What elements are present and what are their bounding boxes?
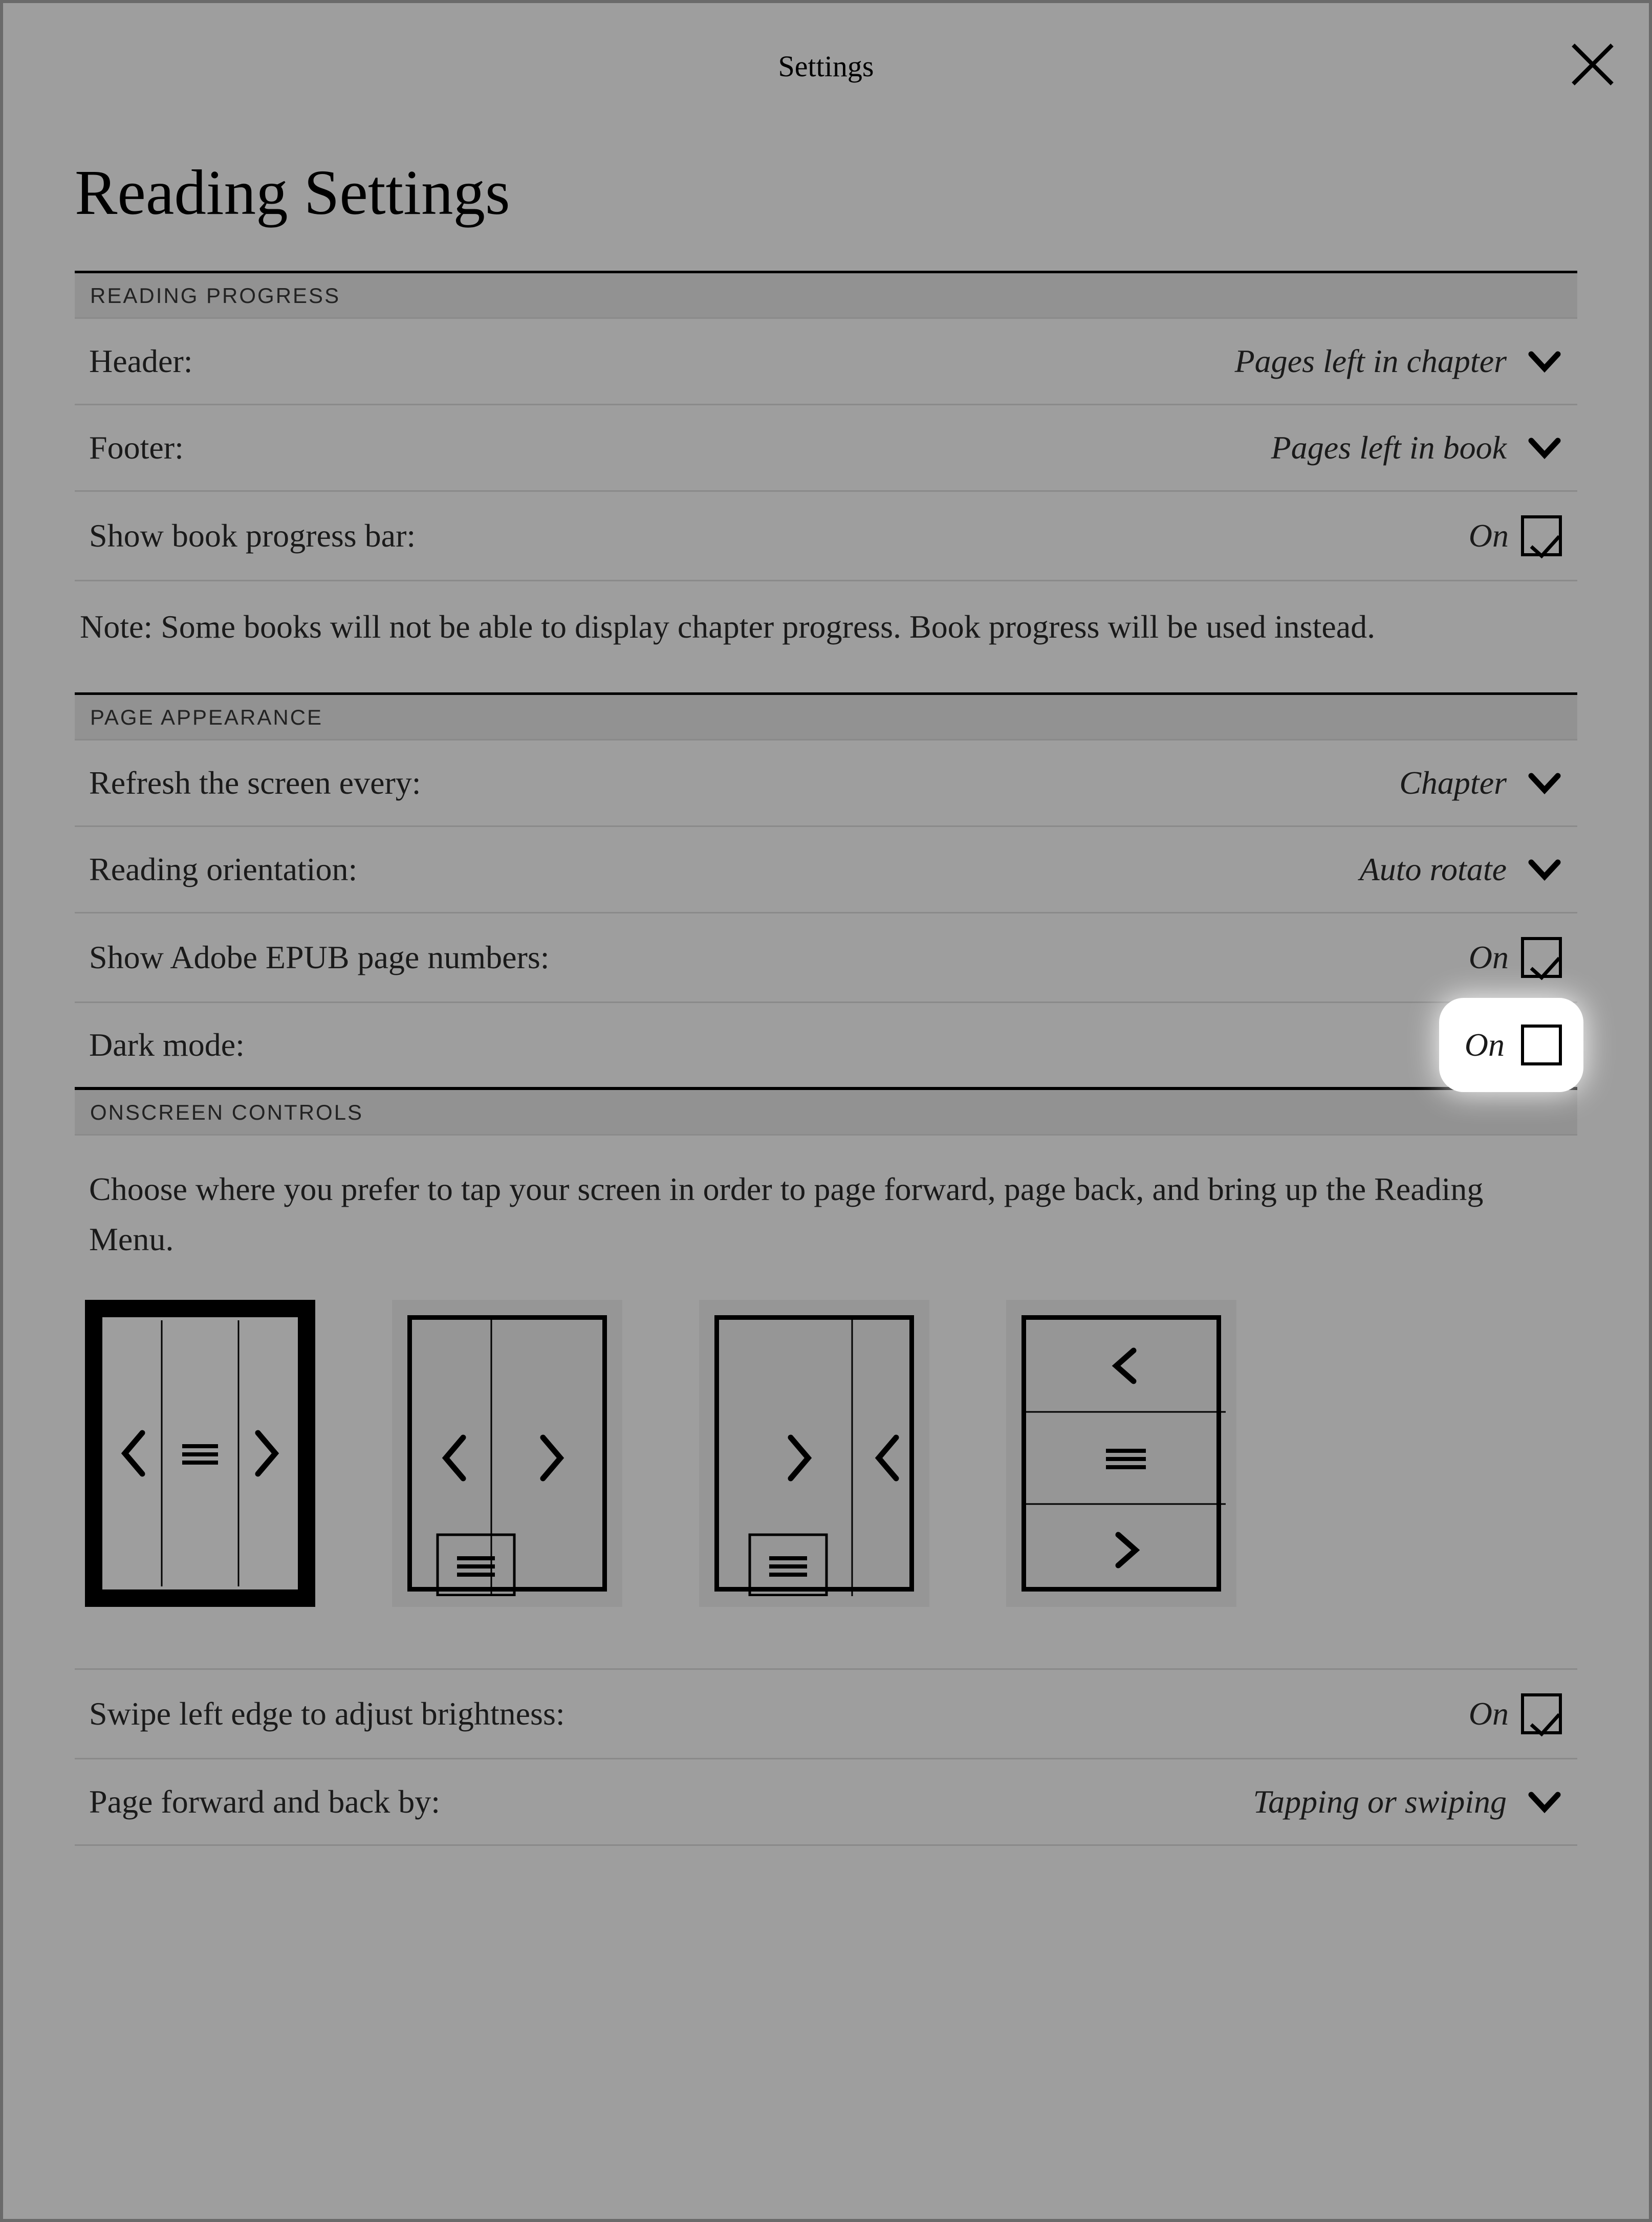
chevron-down-icon xyxy=(1527,344,1562,379)
layout-option-4[interactable] xyxy=(1006,1300,1236,1607)
onscreen-controls-instruction: Choose where you prefer to tap your scre… xyxy=(75,1136,1577,1284)
label-orientation: Reading orientation: xyxy=(89,851,357,888)
page-heading: Reading Settings xyxy=(75,157,1577,230)
label-dark-mode: Dark mode: xyxy=(89,1026,245,1064)
value-page-forward-back: Tapping or swiping xyxy=(1253,1783,1507,1821)
highlight-dark-mode: On xyxy=(1439,998,1583,1092)
label-header: Header: xyxy=(89,342,193,380)
value-adobe-epub: On xyxy=(1469,939,1509,976)
label-adobe-epub: Show Adobe EPUB page numbers: xyxy=(89,939,550,976)
label-swipe-brightness: Swipe left edge to adjust brightness: xyxy=(89,1695,565,1733)
row-header-setting[interactable]: Header: Pages left in chapter xyxy=(75,319,1577,405)
row-dark-mode[interactable]: Dark mode: On xyxy=(75,1003,1577,1087)
section-header-page-appearance: PAGE APPEARANCE xyxy=(75,692,1577,740)
chevron-down-icon xyxy=(1527,852,1562,887)
row-swipe-brightness[interactable]: Swipe left edge to adjust brightness: On xyxy=(75,1670,1577,1759)
value-swipe-brightness: On xyxy=(1469,1695,1509,1733)
checkbox-progress-bar[interactable] xyxy=(1521,515,1562,556)
checkbox-adobe-epub[interactable] xyxy=(1521,937,1562,978)
layout-option-2[interactable] xyxy=(392,1300,622,1607)
label-page-forward-back: Page forward and back by: xyxy=(89,1783,440,1821)
chevron-down-icon xyxy=(1527,766,1562,800)
checkbox-swipe-brightness[interactable] xyxy=(1521,1693,1562,1734)
layout-preview-icon xyxy=(1026,1320,1226,1596)
note-reading-progress: Note: Some books will not be able to dis… xyxy=(75,581,1577,692)
close-icon xyxy=(1567,39,1618,90)
row-page-forward-back[interactable]: Page forward and back by: Tapping or swi… xyxy=(75,1759,1577,1846)
label-progress-bar: Show book progress bar: xyxy=(89,517,416,555)
row-reading-orientation[interactable]: Reading orientation: Auto rotate xyxy=(75,827,1577,913)
layout-option-3[interactable] xyxy=(699,1300,929,1607)
value-orientation: Auto rotate xyxy=(1360,851,1507,888)
row-footer-setting[interactable]: Footer: Pages left in book xyxy=(75,405,1577,492)
value-dark-mode: On xyxy=(1465,1026,1505,1064)
section-header-reading-progress: READING PROGRESS xyxy=(75,271,1577,319)
row-adobe-epub[interactable]: Show Adobe EPUB page numbers: On xyxy=(75,913,1577,1003)
content-area: Reading Settings READING PROGRESS Header… xyxy=(3,111,1649,1846)
chevron-down-icon xyxy=(1527,1784,1562,1819)
row-refresh-screen[interactable]: Refresh the screen every: Chapter xyxy=(75,740,1577,827)
value-header: Pages left in chapter xyxy=(1235,342,1507,380)
checkbox-dark-mode[interactable] xyxy=(1521,1025,1562,1065)
row-show-progress-bar[interactable]: Show book progress bar: On xyxy=(75,492,1577,581)
value-refresh: Chapter xyxy=(1399,764,1507,802)
layout-options xyxy=(75,1284,1577,1668)
close-button[interactable] xyxy=(1567,39,1618,90)
layout-preview-icon xyxy=(412,1320,612,1596)
layout-preview-icon xyxy=(719,1320,919,1596)
value-footer: Pages left in book xyxy=(1271,429,1507,467)
label-refresh: Refresh the screen every: xyxy=(89,764,421,802)
chevron-down-icon xyxy=(1527,430,1562,465)
layout-option-1[interactable] xyxy=(85,1300,315,1607)
titlebar: Settings xyxy=(3,3,1649,111)
section-header-onscreen-controls: ONSCREEN CONTROLS xyxy=(75,1090,1577,1136)
titlebar-title: Settings xyxy=(778,49,874,83)
label-footer: Footer: xyxy=(89,429,184,467)
value-progress-bar: On xyxy=(1469,517,1509,555)
